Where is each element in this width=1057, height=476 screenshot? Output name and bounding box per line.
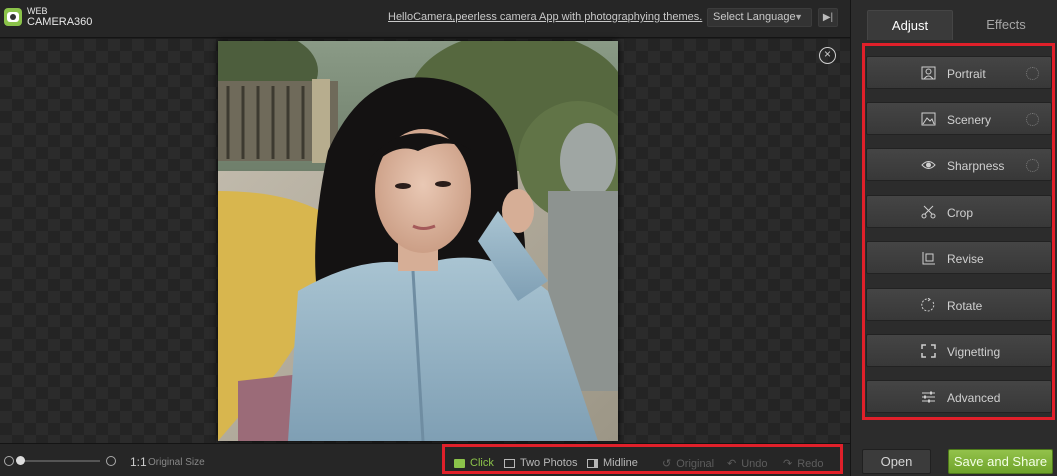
vignetting-icon: [921, 344, 936, 358]
skip-right-icon: ▶|: [822, 12, 834, 23]
rotate-label: Rotate: [947, 299, 983, 313]
crop-button[interactable]: Crop: [866, 195, 1052, 228]
zoom-slider-knob[interactable]: [16, 456, 25, 465]
zoom-out-icon[interactable]: [4, 456, 14, 466]
expand-panel-button[interactable]: ▶|: [818, 8, 838, 27]
canvas-area: ×: [0, 39, 850, 443]
revise-icon: [922, 252, 935, 265]
close-photo-button[interactable]: ×: [819, 47, 836, 64]
zoom-ratio[interactable]: 1:1: [130, 455, 147, 469]
scenery-button[interactable]: Scenery: [866, 102, 1052, 135]
original-size-label[interactable]: Original Size: [148, 457, 205, 468]
portrait-button[interactable]: Portrait: [866, 56, 1052, 89]
sharpness-label: Sharpness: [947, 159, 1005, 173]
logo-line-1: WEB: [27, 6, 48, 16]
photo-preview[interactable]: [218, 41, 618, 441]
scenery-icon: [921, 112, 936, 126]
app-logo: WEB CAMERA360: [4, 6, 92, 28]
advanced-label: Advanced: [947, 391, 1001, 405]
language-select-label: Select Language: [713, 11, 796, 23]
revise-button[interactable]: Revise: [866, 241, 1052, 274]
eye-icon: [921, 161, 936, 169]
logo-line-2: CAMERA360: [27, 16, 93, 28]
top-bar: WEB CAMERA360 HelloCamera,peerless camer…: [0, 0, 850, 38]
portrait-label: Portrait: [947, 67, 986, 81]
toolbar-highlight-box: [442, 444, 843, 474]
photo-image: [218, 41, 618, 441]
chevron-down-icon: ▼: [794, 12, 803, 22]
language-select[interactable]: Select Language ▼: [707, 8, 812, 27]
camera-logo-icon: [4, 8, 22, 26]
tab-effects[interactable]: Effects: [961, 10, 1051, 40]
save-and-share-button[interactable]: Save and Share: [948, 449, 1053, 474]
crop-label: Crop: [947, 206, 974, 220]
open-button[interactable]: Open: [862, 449, 931, 474]
tab-adjust[interactable]: Adjust: [867, 10, 953, 40]
sharpness-button[interactable]: Sharpness: [866, 148, 1052, 181]
app-window: WEB CAMERA360 HelloCamera,peerless camer…: [0, 0, 1057, 476]
loading-spinner-icon: [1026, 159, 1039, 172]
loading-spinner-icon: [1026, 67, 1039, 80]
scissors-icon: [921, 205, 936, 219]
rotate-button[interactable]: Rotate: [866, 288, 1052, 321]
vignetting-button[interactable]: Vignetting: [866, 334, 1052, 367]
portrait-icon: [921, 66, 936, 80]
tagline-link[interactable]: HelloCamera,peerless camera App with pho…: [388, 11, 702, 23]
scenery-label: Scenery: [947, 113, 992, 127]
vignetting-label: Vignetting: [947, 345, 1001, 359]
zoom-slider-track[interactable]: [16, 460, 100, 462]
rotate-icon: [921, 298, 935, 312]
loading-spinner-icon: [1026, 113, 1039, 126]
close-icon: ×: [823, 47, 831, 61]
sliders-icon: [922, 391, 935, 403]
revise-label: Revise: [947, 252, 984, 266]
advanced-button[interactable]: Advanced: [866, 380, 1052, 413]
zoom-in-icon[interactable]: [106, 456, 116, 466]
